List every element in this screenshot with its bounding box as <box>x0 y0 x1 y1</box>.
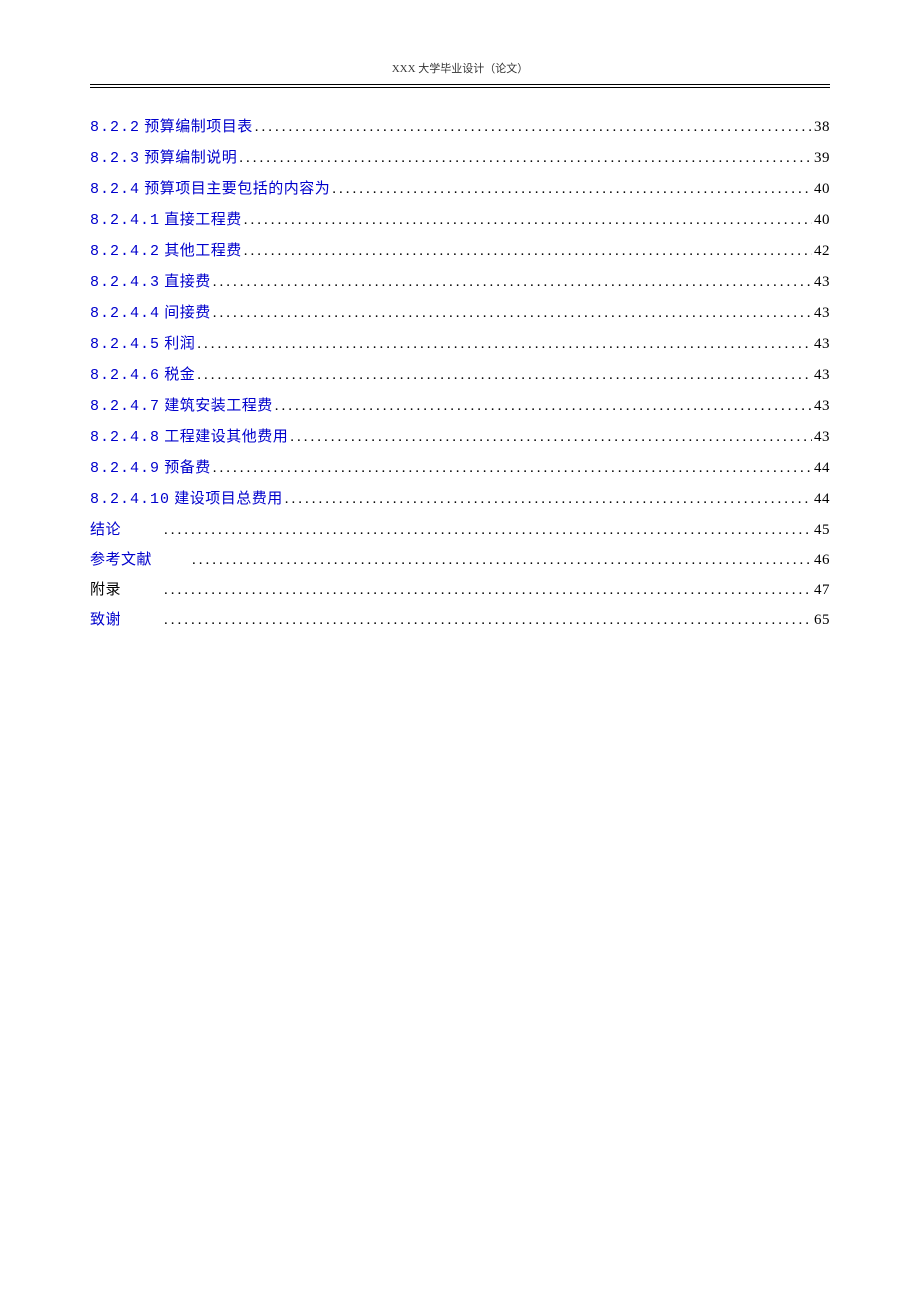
toc-leader-dots <box>253 112 812 142</box>
table-of-contents: 8.2.2 预算编制项目表 38 8.2.3 预算编制说明 39 8.2.4 预… <box>90 112 830 635</box>
toc-entry-page: 65 <box>812 605 830 635</box>
page-header: XXX 大学毕业设计（论文） <box>90 60 830 76</box>
header-rule-thick <box>90 84 830 85</box>
toc-leader-dots <box>288 422 812 452</box>
toc-entry-label[interactable]: 参考文献 <box>90 545 190 575</box>
toc-entry-page: 43 <box>812 298 830 328</box>
toc-entry: 8.2.2 预算编制项目表 38 <box>90 112 830 143</box>
toc-leader-dots <box>283 484 812 514</box>
toc-entry: 8.2.4 预算项目主要包括的内容为 40 <box>90 174 830 205</box>
toc-entry-label[interactable]: 8.2.4.3 直接费 <box>90 267 211 298</box>
toc-entry-page: 42 <box>812 236 830 266</box>
toc-entry: 结论 45 <box>90 515 830 545</box>
toc-entry-label[interactable]: 8.2.4.2 其他工程费 <box>90 236 242 267</box>
toc-entry-label[interactable]: 8.2.4.4 间接费 <box>90 298 211 329</box>
toc-leader-dots <box>162 575 812 605</box>
toc-entry: 8.2.4.10 建设项目总费用 44 <box>90 484 830 515</box>
toc-entry-page: 43 <box>812 360 830 390</box>
toc-entry-page: 40 <box>812 174 830 204</box>
toc-leader-dots <box>242 205 812 235</box>
toc-leader-dots <box>211 298 812 328</box>
toc-entry: 8.2.4.2 其他工程费 42 <box>90 236 830 267</box>
toc-entry-page: 45 <box>812 515 830 545</box>
toc-leader-dots <box>195 360 812 390</box>
toc-entry-label[interactable]: 8.2.4.1 直接工程费 <box>90 205 242 236</box>
document-page: XXX 大学毕业设计（论文） 8.2.2 预算编制项目表 38 8.2.3 预算… <box>0 0 920 715</box>
toc-entry: 8.2.4.3 直接费 43 <box>90 267 830 298</box>
toc-entry-page: 44 <box>812 484 830 514</box>
toc-entry: 8.2.3 预算编制说明 39 <box>90 143 830 174</box>
toc-entry: 8.2.4.8 工程建设其他费用 43 <box>90 422 830 453</box>
toc-entry-page: 43 <box>812 267 830 297</box>
toc-entry: 8.2.4.9 预备费 44 <box>90 453 830 484</box>
toc-entry: 8.2.4.7 建筑安装工程费 43 <box>90 391 830 422</box>
toc-leader-dots <box>211 453 812 483</box>
toc-entry-label[interactable]: 致谢 <box>90 605 162 635</box>
toc-entry-page: 38 <box>812 112 830 142</box>
toc-leader-dots <box>242 236 812 266</box>
toc-entry: 8.2.4.4 间接费 43 <box>90 298 830 329</box>
toc-entry: 8.2.4.6 税金 43 <box>90 360 830 391</box>
toc-entry-label[interactable]: 8.2.4.5 利润 <box>90 329 195 360</box>
toc-leader-dots <box>162 605 812 635</box>
toc-leader-dots <box>195 329 812 359</box>
toc-entry-label[interactable]: 8.2.4.8 工程建设其他费用 <box>90 422 288 453</box>
toc-entry-label[interactable]: 8.2.3 预算编制说明 <box>90 143 237 174</box>
toc-entry-label: 附录 <box>90 575 162 605</box>
toc-entry-page: 43 <box>812 422 830 452</box>
toc-leader-dots <box>330 174 812 204</box>
toc-entry-label[interactable]: 8.2.2 预算编制项目表 <box>90 112 253 143</box>
toc-entry-page: 46 <box>812 545 830 575</box>
toc-leader-dots <box>273 391 812 421</box>
toc-leader-dots <box>237 143 812 173</box>
toc-entry-page: 39 <box>812 143 830 173</box>
toc-entry-label[interactable]: 结论 <box>90 515 162 545</box>
toc-entry: 8.2.4.5 利润 43 <box>90 329 830 360</box>
toc-entry: 致谢 65 <box>90 605 830 635</box>
toc-entry: 附录 47 <box>90 575 830 605</box>
toc-entry-label[interactable]: 8.2.4.9 预备费 <box>90 453 211 484</box>
toc-entry-page: 44 <box>812 453 830 483</box>
toc-entry-label[interactable]: 8.2.4.6 税金 <box>90 360 195 391</box>
toc-leader-dots <box>211 267 812 297</box>
toc-entry: 8.2.4.1 直接工程费 40 <box>90 205 830 236</box>
toc-entry: 参考文献 46 <box>90 545 830 575</box>
toc-leader-dots <box>162 515 812 545</box>
toc-entry-label[interactable]: 8.2.4 预算项目主要包括的内容为 <box>90 174 330 205</box>
toc-entry-page: 40 <box>812 205 830 235</box>
toc-leader-dots <box>190 545 812 575</box>
toc-entry-page: 43 <box>812 329 830 359</box>
toc-entry-page: 47 <box>812 575 830 605</box>
toc-entry-page: 43 <box>812 391 830 421</box>
toc-entry-label[interactable]: 8.2.4.7 建筑安装工程费 <box>90 391 273 422</box>
toc-entry-label[interactable]: 8.2.4.10 建设项目总费用 <box>90 484 283 515</box>
header-rule-thin <box>90 87 830 88</box>
